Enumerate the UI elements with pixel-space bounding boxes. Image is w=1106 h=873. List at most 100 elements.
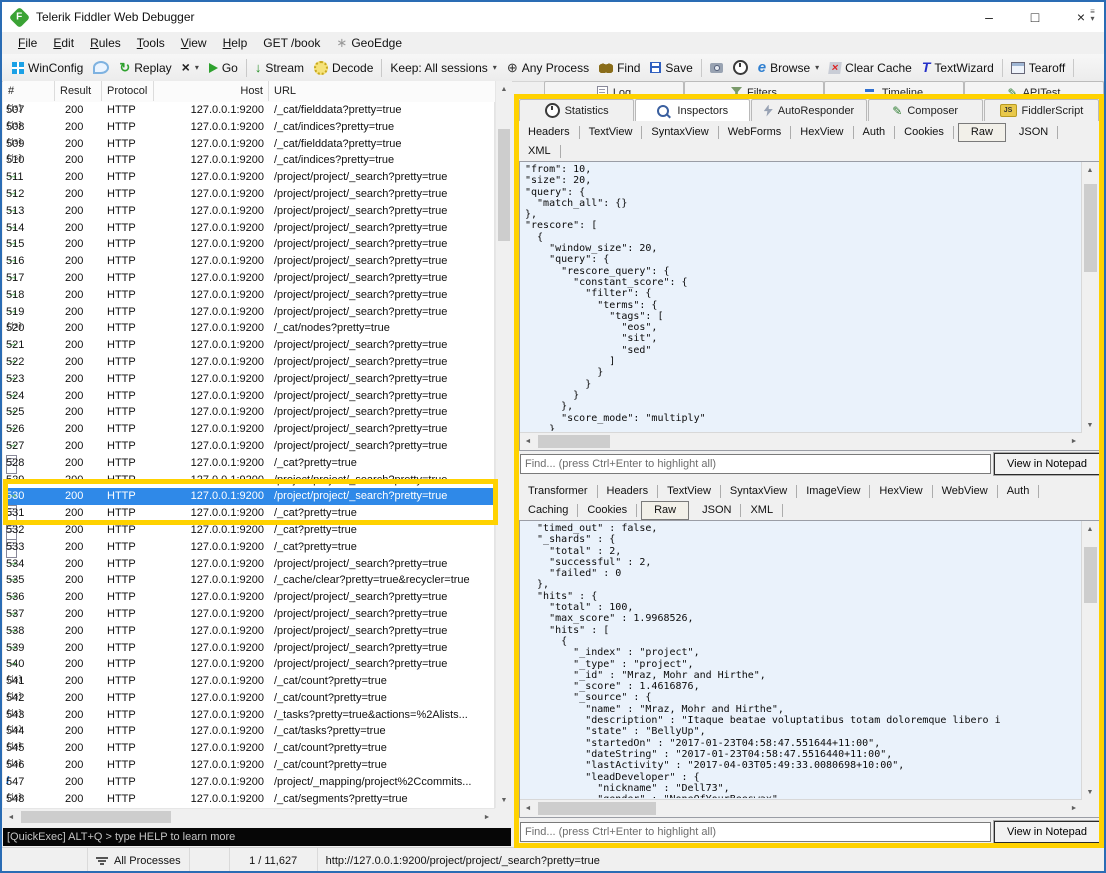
capturing-indicator[interactable] bbox=[2, 848, 88, 873]
scroll-thumb[interactable] bbox=[498, 129, 510, 241]
session-row[interactable]: →514200HTTP127.0.0.1:9200/project/projec… bbox=[3, 220, 494, 237]
session-row[interactable]: →540200HTTP127.0.0.1:9200/project/projec… bbox=[3, 656, 494, 673]
response-hscrollbar[interactable]: ◄ ► bbox=[520, 799, 1082, 817]
session-row[interactable]: {js}510200HTTP127.0.0.1:9200/_cat/indice… bbox=[3, 152, 494, 169]
session-row[interactable]: →529200HTTP127.0.0.1:9200/project/projec… bbox=[3, 472, 494, 489]
keep-sessions-button[interactable]: Keep: All sessions▾ bbox=[385, 57, 501, 79]
column-header-[interactable]: # bbox=[3, 81, 55, 101]
tab-timeline[interactable]: Timeline bbox=[824, 81, 964, 95]
session-row[interactable]: {js}507200HTTP127.0.0.1:9200/_cat/fieldd… bbox=[3, 102, 494, 119]
tab-composer[interactable]: ✎Composer bbox=[868, 99, 983, 121]
scroll-up-icon[interactable]: ▲ bbox=[496, 81, 512, 97]
quickexec-bar[interactable]: [QuickExec] ALT+Q > type HELP to learn m… bbox=[3, 828, 511, 846]
scroll-up-icon[interactable]: ▲ bbox=[1082, 521, 1098, 537]
response-vscrollbar[interactable]: ▲ ▼ bbox=[1081, 521, 1099, 800]
session-row[interactable]: {js}508200HTTP127.0.0.1:9200/_cat/indice… bbox=[3, 119, 494, 136]
remove-sessions-button[interactable]: ×▾ bbox=[177, 57, 204, 79]
request-tab-xml[interactable]: XML bbox=[519, 145, 561, 158]
session-row[interactable]: {js}544200HTTP127.0.0.1:9200/_cat/tasks?… bbox=[3, 723, 494, 740]
session-row[interactable]: →534200HTTP127.0.0.1:9200/project/projec… bbox=[3, 556, 494, 573]
toolbar-overflow-icon[interactable]: ▾ bbox=[1086, 8, 1099, 22]
response-tab-webview[interactable]: WebView bbox=[933, 485, 998, 498]
menu-file[interactable]: File bbox=[10, 36, 45, 50]
session-row[interactable]: i547200HTTP127.0.0.1:9200/project/_mappi… bbox=[3, 774, 494, 791]
menu-edit[interactable]: Edit bbox=[45, 36, 82, 50]
response-tab-auth[interactable]: Auth bbox=[998, 485, 1040, 498]
scroll-left-icon[interactable]: ◄ bbox=[520, 800, 536, 816]
tab-log[interactable]: Log bbox=[544, 81, 684, 95]
response-raw-view[interactable]: "timed_out" : false, "_shards" : { "tota… bbox=[519, 520, 1100, 818]
request-tab-textview[interactable]: TextView bbox=[580, 126, 643, 139]
response-tab-raw[interactable]: Raw bbox=[641, 501, 689, 520]
tearoff-button[interactable]: Tearoff bbox=[1006, 57, 1070, 79]
session-list-vscrollbar[interactable]: ▲ ▼ bbox=[495, 81, 512, 808]
response-tab-xml[interactable]: XML bbox=[741, 504, 783, 517]
process-filter[interactable]: All Processes bbox=[88, 848, 190, 873]
tab-autoresponder[interactable]: AutoResponder bbox=[751, 99, 866, 121]
request-tab-auth[interactable]: Auth bbox=[854, 126, 896, 139]
session-row[interactable]: →524200HTTP127.0.0.1:9200/project/projec… bbox=[3, 388, 494, 405]
response-tab-syntaxview[interactable]: SyntaxView bbox=[721, 485, 797, 498]
column-header-url[interactable]: URL bbox=[269, 81, 495, 101]
session-list-hscrollbar[interactable]: ◄ ► bbox=[3, 808, 495, 825]
comment-button[interactable] bbox=[88, 57, 114, 79]
menu-help[interactable]: Help bbox=[215, 36, 256, 50]
session-row[interactable]: →523200HTTP127.0.0.1:9200/project/projec… bbox=[3, 371, 494, 388]
textwizard-button[interactable]: TTextWizard bbox=[917, 57, 999, 79]
session-row[interactable]: {js}542200HTTP127.0.0.1:9200/_cat/count?… bbox=[3, 690, 494, 707]
session-row[interactable]: →521200HTTP127.0.0.1:9200/project/projec… bbox=[3, 337, 494, 354]
tab-inspectors[interactable]: Inspectors bbox=[635, 99, 750, 121]
session-row[interactable]: →517200HTTP127.0.0.1:9200/project/projec… bbox=[3, 270, 494, 287]
stream-button[interactable]: ↓Stream bbox=[250, 57, 309, 79]
tab-apitest[interactable]: ✎APITest bbox=[964, 81, 1104, 95]
decode-button[interactable]: Decode bbox=[309, 57, 378, 79]
session-row[interactable]: →536200HTTP127.0.0.1:9200/project/projec… bbox=[3, 589, 494, 606]
minimize-button[interactable]: – bbox=[966, 2, 1012, 32]
scroll-thumb[interactable] bbox=[21, 811, 171, 823]
scroll-up-icon[interactable]: ▲ bbox=[1082, 162, 1098, 178]
scroll-right-icon[interactable]: ► bbox=[479, 809, 495, 825]
session-row[interactable]: →526200HTTP127.0.0.1:9200/project/projec… bbox=[3, 421, 494, 438]
winconfig-button[interactable]: WinConfig bbox=[7, 57, 88, 79]
scroll-right-icon[interactable]: ► bbox=[1066, 433, 1082, 449]
request-find-input[interactable] bbox=[520, 454, 991, 474]
scroll-left-icon[interactable]: ◄ bbox=[520, 433, 536, 449]
request-tab-raw[interactable]: Raw bbox=[958, 123, 1006, 142]
session-row[interactable]: →519200HTTP127.0.0.1:9200/project/projec… bbox=[3, 304, 494, 321]
menu-tools[interactable]: Tools bbox=[129, 36, 173, 50]
session-row[interactable]: 533200HTTP127.0.0.1:9200/_cat?pretty=tru… bbox=[3, 539, 494, 556]
response-tab-transformer[interactable]: Transformer bbox=[519, 485, 598, 498]
column-header-host[interactable]: Host bbox=[154, 81, 269, 101]
scroll-down-icon[interactable]: ▼ bbox=[1082, 417, 1098, 433]
request-tab-cookies[interactable]: Cookies bbox=[895, 126, 954, 139]
session-row[interactable]: →537200HTTP127.0.0.1:9200/project/projec… bbox=[3, 606, 494, 623]
session-row[interactable]: →513200HTTP127.0.0.1:9200/project/projec… bbox=[3, 203, 494, 220]
column-header-protocol[interactable]: Protocol bbox=[102, 81, 154, 101]
session-row[interactable]: 532200HTTP127.0.0.1:9200/_cat?pretty=tru… bbox=[3, 522, 494, 539]
session-row[interactable]: →530200HTTP127.0.0.1:9200/project/projec… bbox=[3, 488, 494, 505]
request-tab-syntaxview[interactable]: SyntaxView bbox=[642, 126, 718, 139]
request-hscrollbar[interactable]: ◄ ► bbox=[520, 432, 1082, 450]
session-row[interactable]: →522200HTTP127.0.0.1:9200/project/projec… bbox=[3, 354, 494, 371]
session-row[interactable]: {js}520200HTTP127.0.0.1:9200/_cat/nodes?… bbox=[3, 320, 494, 337]
session-row[interactable]: →516200HTTP127.0.0.1:9200/project/projec… bbox=[3, 253, 494, 270]
menu-rules[interactable]: Rules bbox=[82, 36, 129, 50]
session-row[interactable]: →512200HTTP127.0.0.1:9200/project/projec… bbox=[3, 186, 494, 203]
response-tab-textview[interactable]: TextView bbox=[658, 485, 721, 498]
session-row[interactable]: →539200HTTP127.0.0.1:9200/project/projec… bbox=[3, 640, 494, 657]
request-tab-hexview[interactable]: HexView bbox=[791, 126, 853, 139]
scroll-right-icon[interactable]: ► bbox=[1066, 800, 1082, 816]
save-button[interactable]: Save bbox=[645, 57, 697, 79]
find-button[interactable]: Find bbox=[594, 57, 645, 79]
menu-view[interactable]: View bbox=[173, 36, 215, 50]
request-raw-view[interactable]: "from": 10,"size": 20,"query": { "match_… bbox=[519, 161, 1100, 451]
response-view-in-notepad-button[interactable]: View in Notepad bbox=[994, 821, 1100, 843]
request-tab-headers[interactable]: Headers bbox=[519, 126, 580, 139]
session-row[interactable]: {js}543200HTTP127.0.0.1:9200/_tasks?pret… bbox=[3, 707, 494, 724]
session-row[interactable]: 528200HTTP127.0.0.1:9200/_cat?pretty=tru… bbox=[3, 455, 494, 472]
tab-fiddlerscript[interactable]: JSFiddlerScript bbox=[984, 99, 1099, 121]
session-row[interactable]: {js}546200HTTP127.0.0.1:9200/_cat/count?… bbox=[3, 757, 494, 774]
response-tab-cookies[interactable]: Cookies bbox=[578, 504, 637, 517]
session-row[interactable]: →511200HTTP127.0.0.1:9200/project/projec… bbox=[3, 169, 494, 186]
browse-button[interactable]: eBrowse▾ bbox=[753, 57, 824, 79]
